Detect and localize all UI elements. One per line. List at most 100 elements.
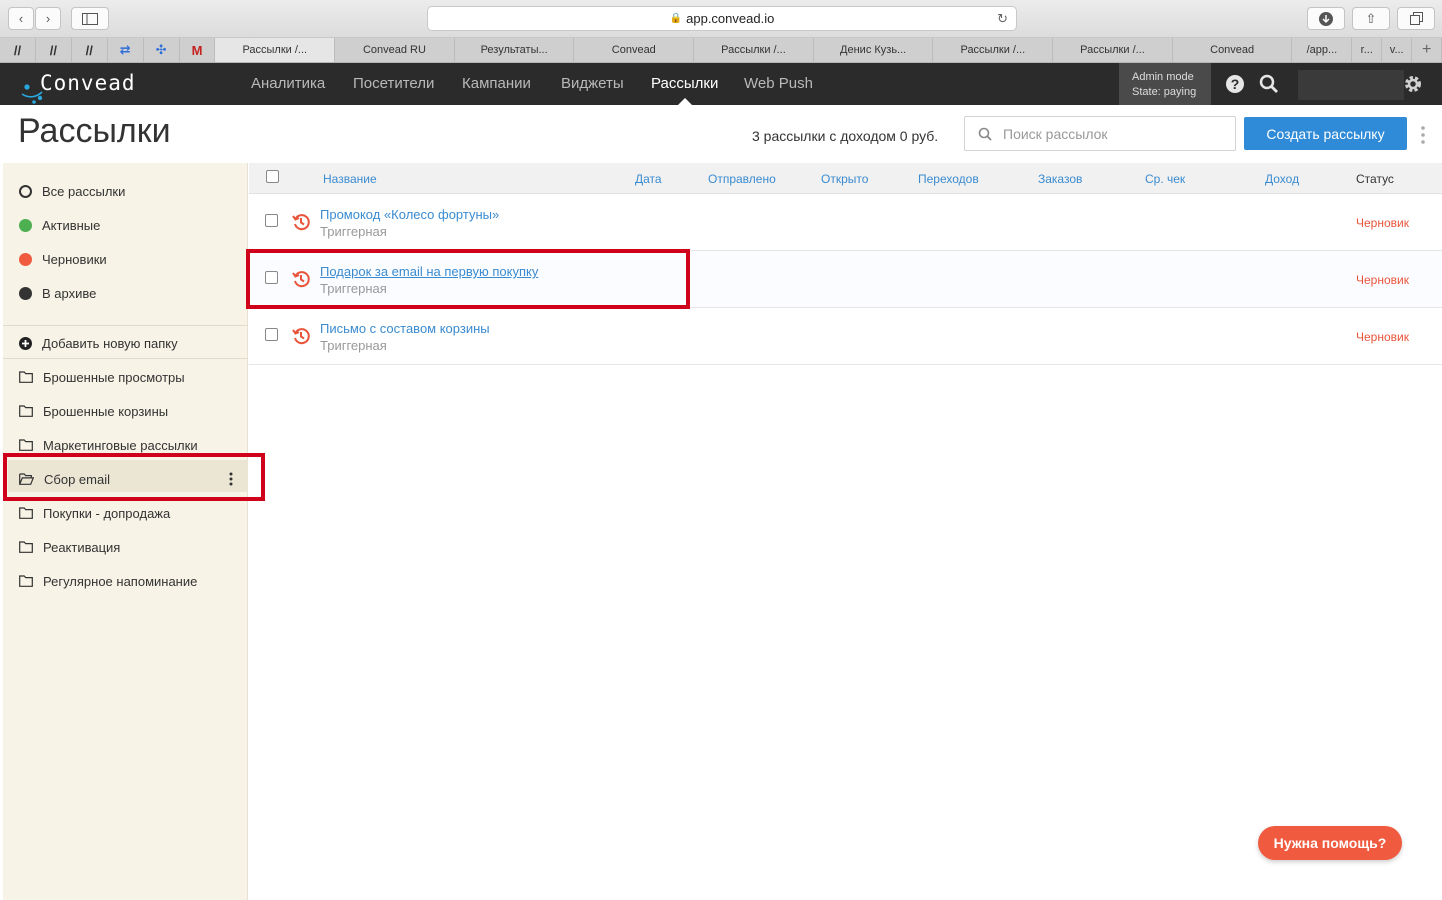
circle-outline-icon bbox=[19, 184, 32, 198]
search-input[interactable]: Поиск рассылок bbox=[964, 116, 1236, 151]
column-name[interactable]: Название bbox=[323, 172, 377, 186]
chevron-right-icon: › bbox=[45, 11, 51, 26]
folder-icon bbox=[19, 439, 33, 451]
folder-item[interactable]: Маркетинговые рассылки bbox=[19, 435, 198, 455]
browser-tab[interactable]: Convead bbox=[1173, 38, 1293, 62]
mailing-type: Триггерная bbox=[320, 224, 387, 239]
pinned-tab[interactable]: ⇄ bbox=[108, 38, 144, 62]
app-header: Convead Аналитика Посетители Кампании Ви… bbox=[0, 63, 1442, 106]
admin-mode-label: Admin mode bbox=[1132, 71, 1194, 83]
column-opened[interactable]: Открыто bbox=[821, 172, 868, 186]
browser-tab[interactable]: Денис Кузь... bbox=[814, 38, 934, 62]
forward-button[interactable]: › bbox=[35, 7, 61, 30]
browser-tab[interactable]: Convead bbox=[574, 38, 695, 62]
tabs-overview-button[interactable] bbox=[1397, 7, 1435, 30]
nav-widgets[interactable]: Виджеты bbox=[561, 75, 624, 92]
page-title: Рассылки bbox=[18, 112, 171, 150]
mailing-name-link[interactable]: Письмо с составом корзины bbox=[320, 321, 490, 336]
filter-all[interactable]: Все рассылки bbox=[19, 181, 125, 201]
table-row[interactable]: Письмо с составом корзины Триггерная Чер… bbox=[249, 308, 1442, 365]
lock-icon: 🔒 bbox=[669, 13, 683, 24]
pinned-tab[interactable]: // bbox=[72, 38, 108, 62]
search-icon bbox=[978, 127, 992, 141]
row-checkbox[interactable] bbox=[265, 214, 278, 227]
downloads-button[interactable] bbox=[1307, 7, 1345, 30]
create-mailing-button[interactable]: Создать рассылку bbox=[1244, 117, 1407, 150]
column-avg-check[interactable]: Ср. чек bbox=[1145, 172, 1185, 186]
status-badge: Черновик bbox=[1356, 273, 1409, 287]
browser-tab[interactable]: r... bbox=[1352, 38, 1383, 62]
column-sent[interactable]: Отправлено bbox=[708, 172, 776, 186]
folder-icon bbox=[19, 405, 33, 417]
nav-mailings[interactable]: Рассылки bbox=[651, 75, 718, 92]
search-icon[interactable] bbox=[1259, 74, 1279, 94]
nav-analytics[interactable]: Аналитика bbox=[251, 75, 325, 92]
gear-icon[interactable] bbox=[1403, 74, 1423, 94]
sidebar-icon bbox=[82, 12, 98, 25]
nav-web-push[interactable]: Web Push bbox=[744, 75, 813, 92]
filter-archive[interactable]: В архиве bbox=[19, 283, 96, 303]
share-button[interactable]: ⇧ bbox=[1352, 7, 1390, 30]
user-account-menu[interactable] bbox=[1298, 70, 1404, 100]
trigger-history-icon bbox=[292, 214, 310, 231]
reload-icon[interactable]: ↻ bbox=[997, 11, 1008, 27]
share-icon: ⇧ bbox=[1365, 10, 1377, 26]
status-badge: Черновик bbox=[1356, 330, 1409, 344]
table-row[interactable]: Промокод «Колесо фортуны» Триггерная Чер… bbox=[249, 194, 1442, 251]
divider bbox=[3, 358, 248, 359]
browser-tab[interactable]: Рассылки /... bbox=[215, 38, 336, 62]
admin-state-label: State: paying bbox=[1132, 86, 1197, 98]
new-tab-button[interactable]: + bbox=[1412, 38, 1442, 62]
svg-text:?: ? bbox=[1231, 76, 1240, 92]
folder-item[interactable]: Покупки - допродажа bbox=[19, 503, 170, 523]
browser-tab[interactable]: Рассылки /... bbox=[1053, 38, 1173, 62]
nav-visitors[interactable]: Посетители bbox=[353, 75, 434, 92]
browser-tab[interactable]: v... bbox=[1382, 38, 1413, 62]
pinned-tab[interactable]: ✣ bbox=[144, 38, 180, 62]
row-checkbox[interactable] bbox=[265, 328, 278, 341]
filter-active[interactable]: Активные bbox=[19, 215, 100, 235]
add-folder-button[interactable]: Добавить новую папку bbox=[19, 333, 178, 353]
trigger-history-icon bbox=[292, 328, 310, 345]
pinned-tab[interactable]: // bbox=[0, 38, 36, 62]
black-dot-icon bbox=[19, 286, 32, 300]
folder-item[interactable]: Реактивация bbox=[19, 537, 120, 557]
divider bbox=[3, 325, 248, 326]
browser-tab[interactable]: Результаты... bbox=[455, 38, 575, 62]
more-options-icon[interactable] bbox=[1418, 125, 1428, 145]
help-icon[interactable]: ? bbox=[1225, 74, 1245, 94]
folder-item[interactable]: Брошенные просмотры bbox=[19, 367, 185, 387]
pinned-tab-gmail[interactable]: M bbox=[180, 38, 216, 62]
back-button[interactable]: ‹ bbox=[8, 7, 34, 30]
mailing-type: Триггерная bbox=[320, 338, 387, 353]
browser-toolbar: ‹ › 🔒 app.convead.io ↻ ⇧ bbox=[0, 0, 1442, 38]
filter-drafts[interactable]: Черновики bbox=[19, 249, 107, 269]
sidebar-toggle-button[interactable] bbox=[71, 7, 109, 30]
column-revenue[interactable]: Доход bbox=[1265, 172, 1299, 186]
folder-icon bbox=[19, 541, 33, 553]
url-bar[interactable]: 🔒 app.convead.io ↻ bbox=[427, 6, 1017, 31]
browser-tab[interactable]: Convead RU bbox=[335, 38, 455, 62]
column-orders[interactable]: Заказов bbox=[1038, 172, 1082, 186]
browser-tab[interactable]: Рассылки /... bbox=[694, 38, 814, 62]
folder-icon bbox=[19, 575, 33, 587]
url-text: app.convead.io bbox=[686, 11, 775, 26]
plus-circle-icon bbox=[19, 336, 32, 350]
folder-icon bbox=[19, 371, 33, 383]
column-date[interactable]: Дата bbox=[635, 172, 662, 186]
folder-item[interactable]: Регулярное напоминание bbox=[19, 571, 197, 591]
chevron-left-icon: ‹ bbox=[18, 11, 24, 26]
tabs-icon bbox=[1409, 12, 1423, 25]
mailing-name-link[interactable]: Промокод «Колесо фортуны» bbox=[320, 207, 499, 222]
nav-campaigns[interactable]: Кампании bbox=[462, 75, 531, 92]
browser-tab[interactable]: /app... bbox=[1292, 38, 1353, 62]
admin-mode-panel[interactable]: Admin mode State: paying bbox=[1119, 63, 1211, 105]
help-chat-button[interactable]: Нужна помощь? bbox=[1258, 826, 1402, 860]
folder-item[interactable]: Брошенные корзины bbox=[19, 401, 168, 421]
app-logo[interactable]: Convead bbox=[40, 71, 136, 95]
green-dot-icon bbox=[19, 218, 32, 232]
pinned-tab[interactable]: // bbox=[36, 38, 72, 62]
column-clicks[interactable]: Переходов bbox=[918, 172, 979, 186]
browser-tab[interactable]: Рассылки /... bbox=[933, 38, 1054, 62]
select-all-checkbox[interactable] bbox=[266, 170, 279, 183]
